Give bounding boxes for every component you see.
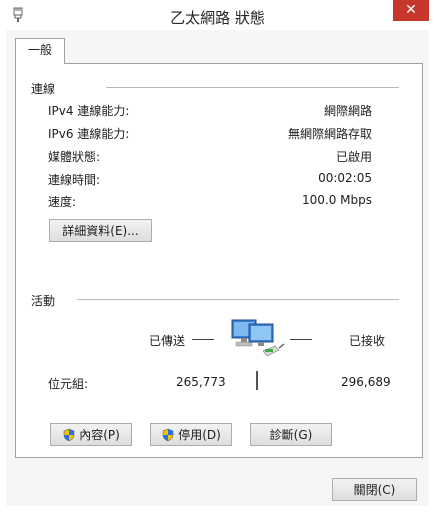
duration-value: 00:02:05: [318, 171, 372, 185]
speed-label: 速度:: [48, 195, 77, 209]
activity-divider: [256, 371, 258, 390]
ipv4-connectivity-label: IPv4 連線能力:: [48, 104, 130, 118]
window-title: 乙太網路 狀態: [170, 9, 265, 27]
activity-sent-dash: [192, 339, 214, 340]
media-state-label: 媒體狀態:: [48, 150, 101, 164]
activity-sent-label: 已傳送: [149, 334, 186, 348]
activity-section-divider: [77, 299, 399, 300]
tab-general-label: 一般: [27, 43, 52, 57]
tab-panel-general: 連線 IPv4 連線能力: 網際網路 IPv6 連線能力: 無網際網路存取 媒體…: [15, 63, 423, 458]
window-border-right: [429, 30, 435, 512]
connection-section-header: 連線: [31, 82, 56, 96]
duration-label: 連線時間:: [48, 173, 101, 187]
activity-received-label: 已接收: [349, 334, 386, 348]
window-border-bottom: [0, 506, 435, 512]
bytes-sent-value: 265,773: [176, 375, 226, 389]
activity-received-dash: [290, 339, 312, 340]
disable-button-label: 停用(D): [178, 428, 221, 442]
ipv6-connectivity-value: 無網際網路存取: [287, 127, 372, 141]
uac-shield-icon: [63, 428, 75, 441]
close-button[interactable]: 關閉(C): [332, 478, 417, 501]
ipv4-connectivity-value: 網際網路: [323, 104, 372, 118]
ipv6-connectivity-label: IPv6 連線能力:: [48, 127, 130, 141]
network-computers-icon: [231, 319, 285, 357]
title-bar: 乙太網路 狀態 ✕: [0, 0, 435, 30]
window-close-button[interactable]: ✕: [393, 0, 429, 21]
bytes-received-value: 296,689: [341, 375, 391, 389]
tab-general[interactable]: 一般: [15, 38, 65, 64]
properties-button[interactable]: 內容(P): [50, 423, 132, 446]
details-button[interactable]: 詳細資料(E)...: [49, 219, 152, 242]
diagnose-button[interactable]: 診斷(G): [250, 423, 332, 446]
window-border-left: [0, 30, 6, 512]
disable-button[interactable]: 停用(D): [150, 423, 232, 446]
activity-section-header: 活動: [31, 294, 56, 308]
speed-value: 100.0 Mbps: [301, 193, 372, 207]
media-state-value: 已啟用: [335, 150, 372, 164]
bytes-label: 位元組:: [48, 377, 89, 391]
properties-button-label: 內容(P): [79, 428, 120, 442]
connection-section-divider: [106, 87, 399, 88]
uac-shield-icon: [162, 428, 174, 441]
